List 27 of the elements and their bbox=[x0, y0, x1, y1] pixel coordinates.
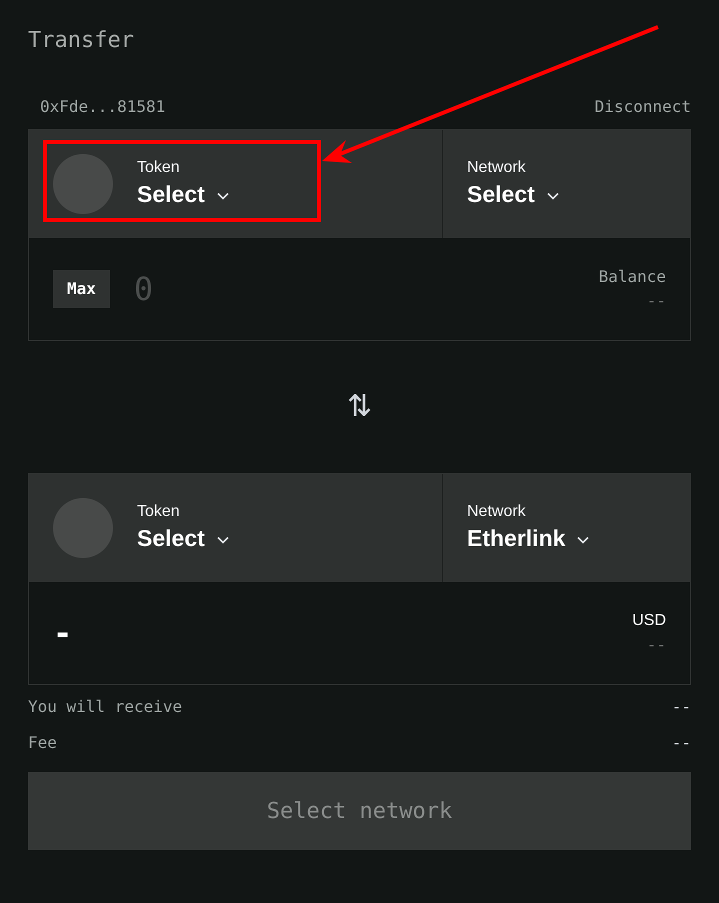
wallet-address: 0xFde...81581 bbox=[40, 96, 166, 118]
selector-label: Token bbox=[137, 502, 181, 522]
selector-dropdown[interactable]: Select bbox=[137, 522, 229, 554]
page-title: Transfer bbox=[28, 27, 135, 55]
usd-value: -- bbox=[646, 634, 666, 656]
selector-dropdown[interactable]: Etherlink bbox=[467, 522, 590, 554]
selector-label: Network bbox=[467, 502, 527, 522]
usd-label: USD bbox=[632, 611, 666, 631]
selector-dropdown[interactable]: Select bbox=[137, 178, 229, 210]
amount-value: - bbox=[53, 613, 72, 654]
selector-label: Token bbox=[137, 158, 181, 178]
swap-direction-button[interactable]: ⇅ bbox=[347, 392, 372, 422]
summary-value: -- bbox=[672, 732, 691, 754]
selector-dropdown[interactable]: Select bbox=[467, 178, 559, 210]
max-button[interactable]: Max bbox=[53, 270, 110, 308]
disconnect-link[interactable]: Disconnect bbox=[594, 95, 691, 119]
summary-value: -- bbox=[672, 696, 691, 718]
amount-input[interactable]: 0 bbox=[134, 265, 334, 313]
chevron-down-icon bbox=[577, 536, 590, 544]
chevron-down-icon bbox=[546, 192, 559, 200]
selector-label: Network bbox=[467, 158, 527, 178]
summary-label: Fee bbox=[28, 732, 57, 754]
balance-label: Balance bbox=[598, 266, 666, 288]
balance-value: -- bbox=[646, 290, 666, 312]
chevron-down-icon bbox=[216, 192, 229, 200]
chevron-down-icon bbox=[216, 536, 229, 544]
summary-label: You will receive bbox=[28, 696, 182, 718]
